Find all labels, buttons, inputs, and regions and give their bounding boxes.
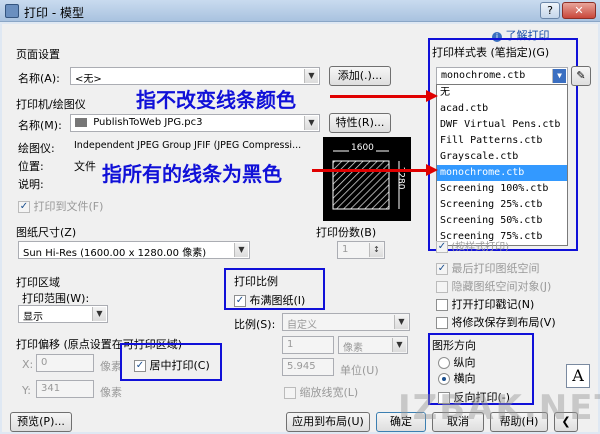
orientation-title: 图形方向 bbox=[432, 339, 476, 352]
offset-x-input[interactable]: 0 bbox=[36, 354, 94, 372]
edit-icon: ✎ bbox=[576, 69, 586, 82]
paper-preview: 1600 1280 bbox=[323, 137, 411, 221]
plot-style-item[interactable]: Screening 25%.ctb bbox=[437, 197, 567, 213]
scale-label: 比例(S): bbox=[234, 318, 276, 331]
plot-area-title: 打印区域 bbox=[16, 276, 60, 289]
add-page-setup-button[interactable]: 添加(.)... bbox=[329, 66, 391, 86]
chevron-down-icon: ▼ bbox=[304, 116, 318, 130]
preview-width: 1600 bbox=[349, 143, 376, 153]
plotter-label: 绘图仪: bbox=[18, 142, 55, 155]
copies-label: 打印份数(B) bbox=[316, 226, 377, 239]
plot-style-item[interactable]: Grayscale.ctb bbox=[437, 149, 567, 165]
print-to-file-checkbox[interactable]: ✓ 打印到文件(F) bbox=[18, 198, 103, 214]
annotation-text-top: 指不改变线条颜色 bbox=[136, 88, 296, 112]
offset-x-label: X: bbox=[22, 358, 34, 371]
annotation-arrow-bottom bbox=[312, 169, 432, 172]
close-button[interactable]: ✕ bbox=[562, 2, 596, 19]
plot-scale-title: 打印比例 bbox=[234, 275, 278, 288]
apply-to-layout-button[interactable]: 应用到布局(U) bbox=[286, 412, 370, 432]
option-last-paperspace[interactable]: ✓ 最后打印图纸空间 bbox=[436, 260, 540, 276]
plot-style-item[interactable]: monochrome.ctb bbox=[437, 165, 567, 181]
location-label: 位置: bbox=[18, 160, 44, 173]
chevron-down-icon: ▼ bbox=[392, 338, 406, 352]
scale-lineweights-checkbox[interactable]: 缩放线宽(L) bbox=[284, 384, 358, 400]
offset-y-input[interactable]: 341 bbox=[36, 380, 94, 398]
chevron-down-icon: ▼ bbox=[394, 315, 408, 329]
landscape-radio[interactable]: 横向 bbox=[438, 370, 476, 386]
chevron-down-icon: ▼ bbox=[92, 307, 106, 321]
watermark: IZBAK.NET bbox=[398, 388, 600, 428]
spinner-icon: ↕ bbox=[369, 243, 383, 257]
window-title: 打印 - 模型 bbox=[24, 6, 84, 20]
scale-combo[interactable]: 自定义 ▼ bbox=[282, 313, 410, 331]
app-icon bbox=[5, 4, 19, 18]
option-plot-stamp[interactable]: 打开打印戳记(N) bbox=[436, 296, 534, 312]
offset-y-unit: 像素 bbox=[100, 386, 122, 399]
page-setup-title: 页面设置 bbox=[16, 48, 60, 61]
orientation-preview-icon: A bbox=[566, 364, 590, 388]
chevron-down-icon: ▼ bbox=[552, 69, 566, 83]
plot-style-combo[interactable]: monochrome.ctb ▼ bbox=[436, 67, 568, 85]
plot-style-item[interactable]: Screening 50%.ctb bbox=[437, 213, 567, 229]
arrow-right-icon bbox=[426, 90, 438, 102]
chevron-down-icon: ▼ bbox=[304, 69, 318, 83]
paper-size-combo[interactable]: Sun Hi-Res (1600.00 x 1280.00 像素) ▼ bbox=[18, 241, 250, 259]
page-setup-name-label: 名称(A): bbox=[18, 72, 60, 85]
plot-range-label: 打印范围(W): bbox=[22, 292, 90, 305]
printer-name-combo[interactable]: PublishToWeb JPG.pc3 ▼ bbox=[70, 114, 320, 132]
center-plot-checkbox[interactable]: ✓ 居中打印(C) bbox=[134, 357, 210, 373]
plotter-icon bbox=[75, 117, 87, 127]
annotation-arrow-top bbox=[330, 95, 432, 98]
offset-y-label: Y: bbox=[22, 384, 31, 397]
plot-style-item[interactable]: 无 bbox=[437, 85, 567, 101]
scale-unit2-label: 单位(U) bbox=[340, 364, 379, 377]
plot-style-item[interactable]: DWF Virtual Pens.ctb bbox=[437, 117, 567, 133]
plot-style-dropdown-list[interactable]: 无 acad.ctb DWF Virtual Pens.ctb Fill Patter… bbox=[436, 84, 568, 246]
arrow-right-icon bbox=[426, 164, 438, 176]
location-value: 文件 bbox=[74, 160, 96, 173]
plot-style-title: 打印样式表 (笔指定)(G) bbox=[432, 46, 550, 59]
portrait-radio[interactable]: 纵向 bbox=[438, 354, 476, 370]
scale-value2-input[interactable]: 5.945 bbox=[282, 358, 334, 376]
plot-style-item[interactable]: Fill Patterns.ctb bbox=[437, 133, 567, 149]
copies-spinner[interactable]: 1 ↕ bbox=[337, 241, 385, 259]
plot-range-combo[interactable]: 显示 ▼ bbox=[18, 305, 108, 323]
plotter-value: Independent JPEG Group JFIF (JPEG Compre… bbox=[74, 140, 302, 151]
scale-value1-input[interactable]: 1 bbox=[282, 336, 334, 354]
preview-button[interactable]: 预览(P)... bbox=[10, 412, 72, 432]
plot-style-item[interactable]: Screening 100%.ctb bbox=[437, 181, 567, 197]
printer-group-title: 打印机/绘图仪 bbox=[16, 98, 86, 111]
printer-name-label: 名称(M): bbox=[18, 119, 62, 132]
option-style-print[interactable]: ✓ (按样式打印) bbox=[436, 238, 509, 253]
chevron-down-icon: ▼ bbox=[234, 243, 248, 257]
offset-x-unit: 像素 bbox=[100, 360, 122, 373]
description-label: 说明: bbox=[18, 178, 44, 191]
printer-properties-button[interactable]: 特性(R)... bbox=[329, 113, 391, 133]
scale-unit-combo[interactable]: 像素 ▼ bbox=[338, 336, 408, 354]
paper-size-title: 图纸尺寸(Z) bbox=[16, 226, 77, 239]
edit-plot-style-button[interactable]: ✎ bbox=[571, 66, 591, 86]
annotation-text-bottom: 指所有的线条为黑色 bbox=[102, 162, 282, 186]
title-bar[interactable] bbox=[0, 0, 600, 22]
plot-style-item[interactable]: acad.ctb bbox=[437, 101, 567, 117]
fit-paper-checkbox[interactable]: ✓ 布满图纸(I) bbox=[234, 292, 305, 308]
help-icon[interactable]: ? bbox=[540, 2, 560, 19]
option-save-layout[interactable]: 将修改保存到布局(V) bbox=[436, 314, 556, 330]
option-hide-objects[interactable]: 隐藏图纸空间对象(J) bbox=[436, 278, 551, 294]
page-setup-name-combo[interactable]: <无> ▼ bbox=[70, 67, 320, 85]
plot-style-items: 无 acad.ctb DWF Virtual Pens.ctb Fill Patter… bbox=[437, 85, 567, 245]
